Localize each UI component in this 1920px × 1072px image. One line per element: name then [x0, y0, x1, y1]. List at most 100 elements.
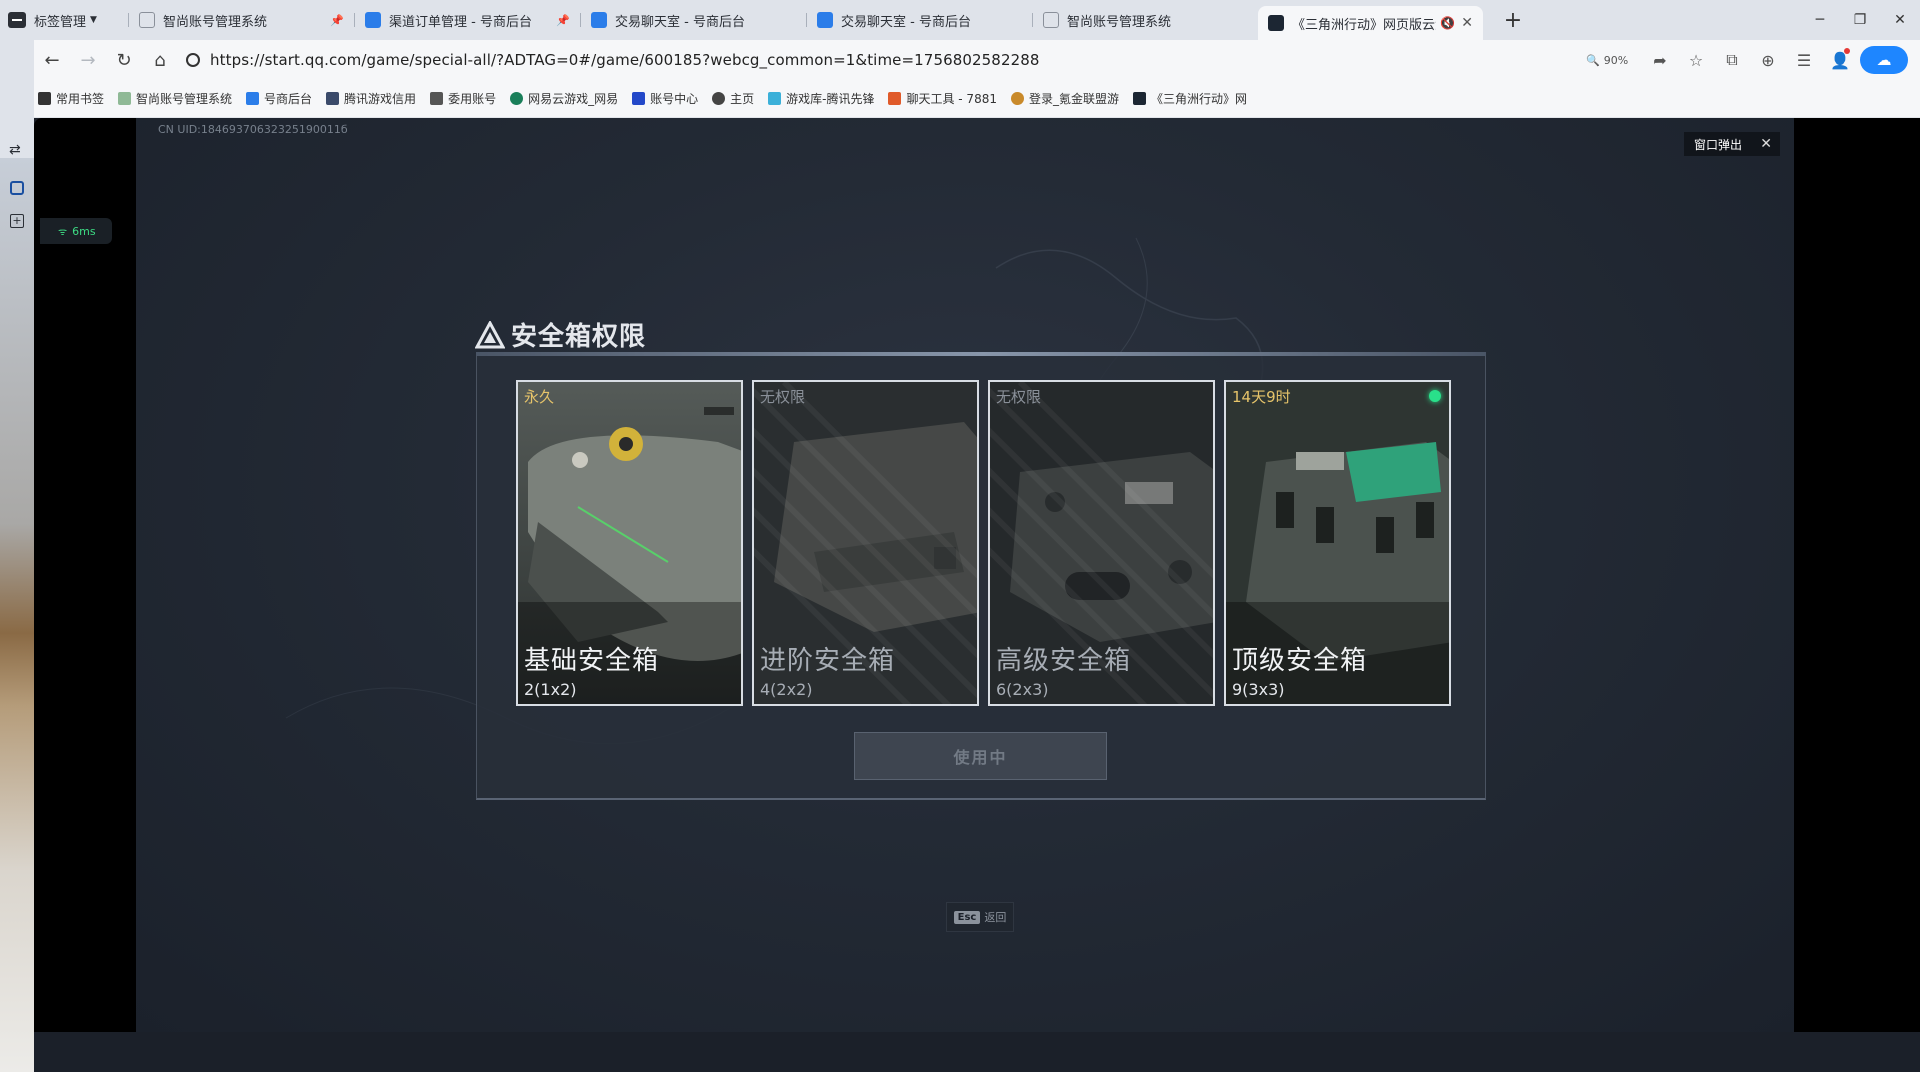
url-text[interactable]: https://start.qq.com/game/special-all/?A… — [210, 51, 1040, 69]
card-capacity: 9(3x3) — [1232, 680, 1285, 699]
card-status-tag: 14天9时 — [1232, 388, 1291, 406]
site-icon — [1010, 92, 1024, 105]
site-icon — [591, 12, 607, 28]
active-status-dot — [1429, 390, 1441, 402]
site-icon — [326, 92, 340, 105]
wifi-icon: ᯤ — [58, 227, 68, 238]
safe-box-card-advanced[interactable]: 无权限 进阶安全箱 4(2x2) — [752, 380, 979, 706]
tab-channel-orders[interactable]: 渠道订单管理 - 号商后台 📌 — [355, 4, 580, 36]
tab-zhishang-1[interactable]: 智尚账号管理系统 📌 — [129, 4, 354, 36]
safe-box-card-premium[interactable]: 无权限 高级安全箱 6(2x3) — [988, 380, 1215, 706]
site-icon — [888, 92, 902, 105]
card-status-tag: 无权限 — [760, 388, 806, 406]
tab-zhishang-2[interactable]: 智尚账号管理系统 — [1033, 4, 1258, 36]
zoom-indicator[interactable]: 🔍 90% — [1586, 54, 1640, 67]
bookmark-label: 《三角洲行动》网 — [1150, 92, 1247, 106]
warning-triangle-icon — [475, 320, 505, 348]
bookmark-item[interactable]: 腾讯游戏信用 — [326, 90, 416, 107]
desktop-background — [0, 158, 34, 1072]
site-icon — [1043, 12, 1059, 28]
card-status-tag: 永久 — [524, 388, 555, 406]
site-icon — [246, 92, 260, 105]
bookmark-item[interactable]: 主页 — [712, 90, 754, 107]
esc-back-hint[interactable]: Esc 返回 — [946, 902, 1014, 932]
bookmark-label: 常用书签 — [56, 92, 105, 106]
card-capacity: 2(1x2) — [524, 680, 577, 699]
safe-box-card-top[interactable]: 14天9时 顶级安全箱 9(3x3) — [1224, 380, 1451, 706]
bookmark-item[interactable]: 游戏库-腾讯先锋 — [768, 90, 874, 107]
tab-trade-chat-1[interactable]: 交易聊天室 - 号商后台 — [581, 4, 806, 36]
site-icon — [510, 92, 524, 105]
tab-title: 智尚账号管理系统 — [1067, 14, 1172, 30]
tab-trade-chat-2[interactable]: 交易聊天室 - 号商后台 — [807, 4, 1032, 36]
bookmark-item[interactable]: 委用账号 — [430, 90, 496, 107]
favorite-star-icon[interactable]: ☆ — [1680, 51, 1712, 70]
menu-icon[interactable]: ☰ — [1788, 51, 1820, 70]
bookmark-item[interactable]: 常用书签 — [38, 90, 104, 107]
in-use-button[interactable]: 使用中 — [854, 732, 1107, 780]
chevron-down-icon: ▼ — [90, 15, 97, 25]
tab-title: 交易聊天室 - 号商后台 — [615, 14, 745, 30]
tab-bar: 标签管理 ▼ 智尚账号管理系统 📌 渠道订单管理 - 号商后台 📌 交易聊天室 … — [0, 0, 1920, 40]
home-button[interactable]: ⌂ — [142, 50, 178, 71]
share-icon[interactable]: ➦ — [1644, 51, 1676, 70]
tab-manager-button[interactable]: 标签管理 ▼ — [0, 0, 128, 40]
bookmark-item[interactable]: 聊天工具 - 7881 — [888, 90, 997, 107]
bookmark-item[interactable]: 号商后台 — [246, 90, 312, 107]
account-icon[interactable]: 👤 — [1824, 47, 1856, 70]
bookmark-folder-icon — [38, 92, 51, 105]
panel-title: 安全箱权限 — [475, 316, 646, 353]
search-icon — [186, 53, 200, 67]
new-tab-button[interactable]: + — [1499, 8, 1527, 33]
forward-button[interactable]: → — [70, 50, 106, 71]
tab-title: 智尚账号管理系统 — [163, 14, 268, 30]
bookmark-item[interactable]: 智尚账号管理系统 — [118, 90, 232, 107]
popout-window-button[interactable]: 窗口弹出 ✕ — [1684, 132, 1780, 156]
popout-label: 窗口弹出 — [1694, 137, 1743, 152]
reload-button[interactable]: ↻ — [106, 50, 142, 71]
bookmark-item[interactable]: 网易云游戏_网易 — [510, 90, 618, 107]
card-name: 高级安全箱 — [996, 646, 1132, 676]
back-label: 返回 — [984, 911, 1007, 924]
toolbar-right: 🔍 90% ➦ ☆ ⧉ ⊕ ☰ 👤 ☁ — [1586, 46, 1908, 74]
minimize-button[interactable]: ─ — [1800, 12, 1840, 28]
bookmark-label: 主页 — [730, 92, 755, 106]
globe-icon — [712, 92, 726, 105]
bookmark-label: 腾讯游戏信用 — [344, 92, 417, 106]
tab-title: 渠道订单管理 - 号商后台 — [389, 14, 532, 30]
pin-icon[interactable]: 📌 — [330, 14, 344, 27]
site-icon — [768, 92, 782, 105]
zoom-icon: 🔍 — [1586, 53, 1600, 67]
mute-icon[interactable]: 🔇 — [1440, 16, 1455, 30]
tab-manager-icon — [8, 12, 26, 28]
card-name: 基础安全箱 — [524, 646, 660, 676]
close-icon[interactable]: ✕ — [1760, 136, 1772, 152]
tab-delta-force[interactable]: 《三角洲行动》网页版云游 🔇 ✕ — [1258, 6, 1483, 40]
download-icon[interactable]: ⊕ — [1752, 51, 1784, 70]
back-button[interactable]: ← — [34, 50, 70, 71]
extensions-icon[interactable]: ⧉ — [1716, 50, 1748, 70]
cloud-sync-button[interactable]: ☁ — [1860, 46, 1908, 74]
address-bar[interactable]: https://start.qq.com/game/special-all/?A… — [186, 44, 1578, 76]
card-capacity: 4(2x2) — [760, 680, 813, 699]
pin-icon[interactable]: 📌 — [556, 14, 570, 27]
bookmark-item[interactable]: 账号中心 — [632, 90, 698, 107]
esc-key-badge: Esc — [953, 910, 981, 924]
bookmark-item[interactable]: 登录_氪金联盟游 — [1010, 90, 1119, 107]
site-icon — [632, 92, 646, 105]
bookmark-label: 游戏库-腾讯先锋 — [786, 92, 875, 106]
game-site-icon — [1268, 15, 1284, 31]
close-tab-icon[interactable]: ✕ — [1461, 15, 1473, 31]
bookmark-label: 聊天工具 - 7881 — [906, 92, 997, 106]
panel-title-text: 安全箱权限 — [511, 322, 647, 352]
bookmark-item[interactable]: 《三角洲行动》网 — [1132, 90, 1247, 107]
card-name: 进阶安全箱 — [760, 646, 896, 676]
close-window-button[interactable]: ✕ — [1880, 12, 1920, 28]
safe-box-card-basic[interactable]: 永久 基础安全箱 2(1x2) — [516, 380, 743, 706]
restore-button[interactable]: ❐ — [1840, 12, 1880, 28]
bookmark-label: 委用账号 — [448, 92, 497, 106]
navigation-bar: « ← → ↻ ⌂ https://start.qq.com/game/spec… — [0, 40, 1920, 80]
tab-title: 交易聊天室 - 号商后台 — [841, 14, 971, 30]
card-name: 顶级安全箱 — [1232, 646, 1368, 676]
window-controls: ─ ❐ ✕ — [1800, 0, 1920, 40]
